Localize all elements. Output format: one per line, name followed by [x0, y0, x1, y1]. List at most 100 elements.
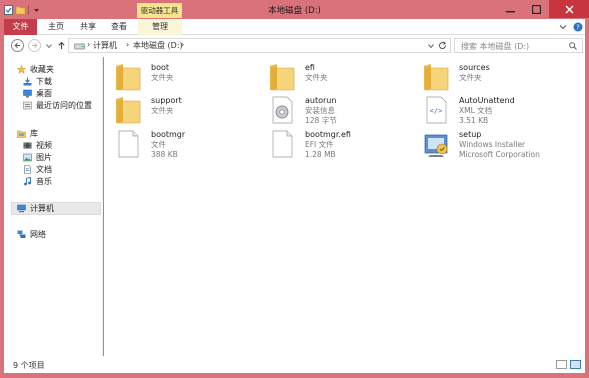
file-list: boot 文件夹 efi 文件夹 sources 文件夹 support 文件夹 aut… [104, 57, 585, 356]
file-name: boot [151, 63, 170, 72]
nav-network-label: 网络 [30, 229, 46, 239]
address-dropdown-icon[interactable] [428, 43, 434, 49]
file-type: Windows Installer [459, 140, 526, 149]
file-item[interactable]: autorun 安装信息 128 字节 [268, 95, 418, 125]
file-size: 1.28 MB [305, 150, 336, 159]
back-button[interactable] [11, 39, 24, 52]
address-bar[interactable]: › 计算机 › 本地磁盘 (D:) › [68, 38, 451, 53]
file-icon [272, 130, 293, 158]
video-icon [23, 142, 32, 148]
file-item[interactable]: bootmgr 文件 388 KB [114, 129, 264, 159]
file-item[interactable]: bootmgr.efi EFI 文件 1.28 MB [268, 129, 418, 159]
file-item[interactable]: efi 文件夹 [268, 62, 418, 92]
file-item[interactable]: setup Windows Installer Microsoft Corporat… [422, 129, 582, 159]
file-type: EFI 文件 [305, 140, 334, 149]
folder-icon [116, 97, 141, 124]
minimize-icon [505, 10, 515, 12]
file-type: 文件夹 [459, 73, 482, 82]
nav-documents[interactable]: 文档 [23, 163, 52, 175]
nav-downloads[interactable]: 下载 [23, 75, 52, 87]
picture-icon [23, 153, 32, 161]
minimize-button[interactable] [497, 0, 523, 18]
breadcrumb-drive-d[interactable]: 本地磁盘 (D:) [133, 40, 183, 51]
refresh-icon[interactable] [438, 41, 447, 50]
close-icon [565, 5, 573, 13]
search-icon[interactable] [569, 42, 577, 50]
ribbon-controls: ? [559, 19, 583, 35]
nav-downloads-label: 下载 [36, 76, 52, 86]
file-size: 128 字节 [305, 116, 337, 125]
download-icon [23, 77, 32, 85]
ribbon-tabs: 文件 主页 共享 查看 管理 ? [4, 19, 585, 35]
breadcrumb-separator[interactable]: › [126, 40, 129, 49]
file-name: autorun [305, 96, 337, 105]
file-item[interactable]: support 文件夹 [114, 95, 264, 125]
nav-computer[interactable]: 计算机 [11, 202, 101, 215]
folder-icon [424, 64, 449, 91]
file-name: AutoUnattend [459, 96, 515, 105]
search-box[interactable]: 搜索 本地磁盘 (D:) [454, 38, 583, 53]
breadcrumb-computer[interactable]: 计算机 [93, 40, 117, 51]
maximize-icon [531, 4, 541, 14]
folder-icon [116, 64, 141, 91]
file-name: setup [459, 130, 482, 139]
file-item[interactable]: </> AutoUnattend XML 文档 3.51 KB [422, 95, 572, 125]
document-icon [24, 164, 31, 174]
nav-desktop[interactable]: 桌面 [23, 87, 52, 99]
nav-videos[interactable]: 视频 [23, 139, 52, 151]
nav-network[interactable]: 网络 [17, 228, 46, 240]
item-count: 9 个项目 [13, 361, 45, 370]
forward-button[interactable] [28, 39, 41, 52]
file-name: support [151, 96, 182, 105]
file-type: 文件夹 [305, 73, 328, 82]
nav-favorites[interactable]: 收藏夹 [17, 63, 54, 75]
file-name: bootmgr [151, 130, 186, 139]
nav-libraries-label: 库 [30, 128, 38, 138]
breadcrumb-separator[interactable]: › [87, 40, 90, 49]
maximize-button[interactable] [523, 0, 549, 18]
file-name: efi [305, 63, 315, 72]
file-item[interactable]: boot 文件夹 [114, 62, 264, 92]
navigation-pane: 收藏夹 下载 桌面 最近访问的位置 库 视频 图片 文档 音乐 计算机 网络 [4, 57, 103, 356]
svg-text:?: ? [576, 24, 580, 32]
file-publisher: Microsoft Corporation [459, 150, 540, 159]
file-type: 安装信息 [305, 106, 335, 115]
details-view-button[interactable] [556, 360, 567, 369]
file-name: bootmgr.efi [305, 130, 351, 139]
navigation-bar: › 计算机 › 本地磁盘 (D:) › 搜索 本地磁盘 (D:) [4, 35, 585, 57]
tab-manage[interactable]: 管理 [138, 19, 182, 35]
up-arrow-icon[interactable] [57, 41, 66, 50]
tab-home[interactable]: 主页 [42, 19, 70, 35]
nav-libraries[interactable]: 库 [17, 127, 38, 139]
window-controls [497, 0, 589, 18]
nav-desktop-label: 桌面 [36, 88, 52, 98]
chevron-down-icon[interactable] [559, 23, 567, 31]
help-icon[interactable]: ? [573, 22, 583, 32]
tab-view[interactable]: 查看 [105, 19, 133, 35]
nav-recent-places[interactable]: 最近访问的位置 [23, 99, 92, 111]
recent-locations-icon[interactable] [46, 43, 52, 49]
file-icon [118, 130, 139, 158]
tiles-view-button[interactable] [570, 360, 581, 369]
view-switcher [556, 360, 581, 369]
computer-icon [17, 204, 26, 213]
svg-text:</>: </> [430, 107, 443, 115]
nav-music[interactable]: 音乐 [23, 175, 52, 187]
search-placeholder: 搜索 本地磁盘 (D:) [461, 42, 530, 51]
tab-share[interactable]: 共享 [74, 19, 102, 35]
breadcrumb-separator[interactable]: › [181, 40, 184, 49]
folder-icon [270, 64, 295, 91]
forward-arrow-icon [32, 42, 38, 49]
desktop-icon [23, 89, 32, 97]
explorer-window: 驱动器工具 本地磁盘 (D:) 文件 主页 共享 查看 管理 ? › 计算机 ›… [0, 0, 589, 378]
nav-recent-places-label: 最近访问的位置 [36, 100, 92, 110]
star-icon [17, 64, 26, 74]
network-icon [17, 230, 26, 238]
file-item[interactable]: sources 文件夹 [422, 62, 572, 92]
nav-documents-label: 文档 [36, 164, 52, 174]
nav-pictures[interactable]: 图片 [23, 151, 52, 163]
tab-file[interactable]: 文件 [4, 19, 37, 35]
close-button[interactable] [549, 0, 589, 18]
nav-music-label: 音乐 [36, 176, 52, 186]
nav-computer-label: 计算机 [30, 204, 54, 213]
